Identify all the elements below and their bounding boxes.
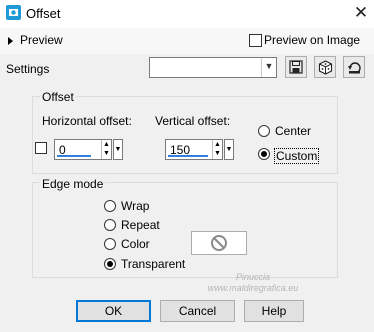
spin-arrows-icon[interactable]: ▲ ▼ (212, 140, 222, 159)
center-label: Center (275, 124, 312, 138)
reset-preset-icon (347, 61, 361, 74)
vertical-dropdown-arrow-icon[interactable]: ▼ (224, 139, 234, 160)
vertical-offset-label: Vertical offset: (155, 114, 231, 128)
close-icon[interactable]: ✕ (350, 2, 372, 24)
transparent-label: Transparent (121, 257, 186, 271)
edge-mode-group-title: Edge mode (40, 177, 106, 191)
cancel-button[interactable]: Cancel (160, 300, 235, 322)
edge-color-swatch[interactable] (191, 231, 247, 255)
input-underline (168, 155, 208, 157)
preview-toggle[interactable]: Preview (20, 33, 63, 47)
wrap-radio[interactable] (104, 200, 116, 212)
horizontal-offset-label: Horizontal offset: (42, 114, 132, 128)
horizontal-dropdown-arrow-icon[interactable]: ▼ (113, 139, 123, 160)
transparent-radio[interactable] (104, 258, 116, 270)
offset-group-title: Offset (40, 90, 76, 104)
input-underline (57, 155, 91, 157)
link-offsets-checkbox[interactable] (35, 142, 47, 154)
window-title: Offset (26, 6, 61, 21)
random-preset-button[interactable] (314, 56, 336, 78)
watermark-line1: Pinuccia (235, 272, 271, 282)
no-color-icon (211, 235, 227, 251)
custom-label: Custom (274, 148, 320, 164)
ok-button[interactable]: OK (76, 300, 151, 322)
save-preset-icon (289, 60, 303, 74)
custom-radio[interactable] (258, 148, 270, 160)
vertical-offset-input[interactable]: 150 ▲ ▼ (165, 139, 223, 160)
preview-on-image-label: Preview on Image (264, 33, 361, 47)
watermark-line2: www.maldiregrafica.eu (207, 283, 299, 293)
color-label: Color (121, 237, 150, 251)
preview-on-image-checkbox[interactable] (249, 34, 262, 47)
wrap-label: Wrap (121, 199, 150, 213)
horizontal-offset-input[interactable]: 0 ▲ ▼ (54, 139, 112, 160)
spin-arrows-icon[interactable]: ▲ ▼ (101, 140, 111, 159)
repeat-radio[interactable] (104, 219, 116, 231)
random-preset-icon (318, 59, 332, 75)
color-radio[interactable] (104, 238, 116, 250)
preset-dropdown[interactable]: ▼ (149, 57, 277, 78)
offset-app-icon (6, 5, 21, 20)
repeat-label: Repeat (121, 218, 160, 232)
chevron-down-icon[interactable]: ▼ (261, 58, 276, 77)
help-button[interactable]: Help (244, 300, 304, 322)
center-radio[interactable] (258, 125, 270, 137)
reset-preset-button[interactable] (343, 56, 365, 78)
save-preset-button[interactable] (285, 56, 307, 78)
watermark: Pinuccia www.maldiregrafica.eu (188, 272, 318, 294)
settings-label: Settings (6, 62, 50, 76)
expand-triangle-icon[interactable] (8, 37, 13, 45)
